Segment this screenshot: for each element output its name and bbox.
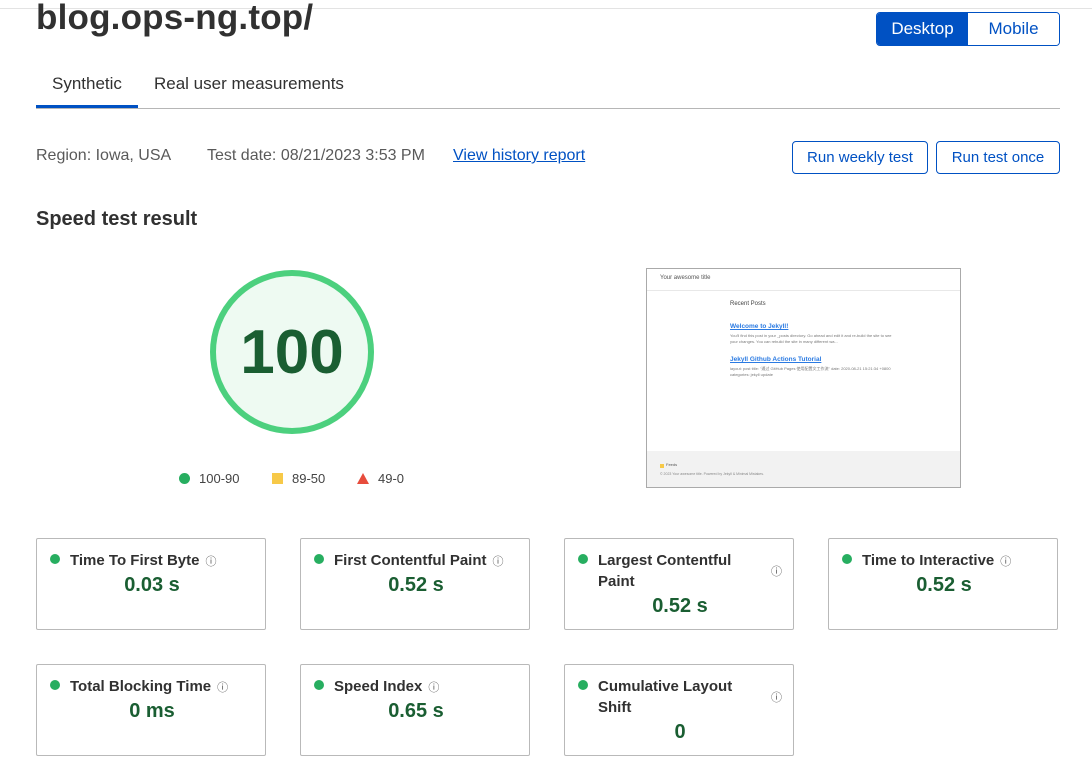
metric-label: Largest Contentful Paint [598, 552, 732, 590]
metric-card: Time To First Byte ⓘ 0.03 s [36, 538, 266, 630]
yellow-square-icon [272, 473, 283, 484]
preview-post-title: Welcome to Jekyll! [730, 323, 789, 330]
preview-footer: Feeds © 2023 Your awesome title. Powered… [647, 451, 960, 487]
metric-value: 0.52 s [388, 574, 444, 596]
metric-card: First Contentful Paint ⓘ 0.52 s [300, 538, 530, 630]
metric-card: Cumulative Layout Shift ⓘ 0 [564, 664, 794, 756]
metric-label: Speed Index [334, 678, 423, 695]
metric-label: Time to Interactive [862, 552, 995, 569]
info-icon[interactable]: ⓘ [217, 682, 228, 694]
info-icon[interactable]: ⓘ [493, 556, 504, 568]
legend-poor-label: 49-0 [378, 471, 405, 486]
page-screenshot-preview: Your awesome title Recent Posts Welcome … [646, 268, 961, 488]
preview-post-excerpt: You'll find this post in your _posts dir… [730, 333, 892, 344]
mobile-toggle-button[interactable]: Mobile [968, 13, 1059, 45]
metric-value: 0.52 s [916, 574, 972, 596]
green-circle-icon [50, 554, 60, 564]
tab-real-user-measurements[interactable]: Real user measurements [154, 74, 344, 94]
preview-section-title: Recent Posts [730, 301, 766, 307]
metric-value: 0.03 s [124, 574, 180, 596]
legend-average-label: 89-50 [292, 471, 326, 486]
device-toggle: Desktop Mobile [876, 12, 1060, 46]
preview-post-title: Jekyll Github Actions Tutorial [730, 356, 822, 363]
green-circle-icon [578, 680, 588, 690]
metric-value: 0.65 s [388, 700, 444, 722]
test-region: Region: Iowa, USA [36, 147, 172, 164]
info-icon[interactable]: ⓘ [771, 563, 782, 579]
tab-synthetic[interactable]: Synthetic [52, 74, 122, 94]
green-circle-icon [50, 680, 60, 690]
metric-card: Total Blocking Time ⓘ 0 ms [36, 664, 266, 756]
desktop-toggle-button[interactable]: Desktop [877, 13, 968, 45]
legend-good-label: 100-90 [199, 471, 240, 486]
metric-label: First Contentful Paint [334, 552, 487, 569]
green-circle-icon [314, 554, 324, 564]
active-tab-indicator [36, 105, 138, 108]
metric-card: Largest Contentful Paint ⓘ 0.52 s [564, 538, 794, 630]
rss-icon [660, 464, 664, 468]
info-icon[interactable]: ⓘ [1000, 556, 1011, 568]
green-circle-icon [179, 473, 190, 484]
info-icon[interactable]: ⓘ [771, 689, 782, 705]
preview-post-excerpt: layout: post title: "通过 GitHub Pages 使用配… [730, 366, 891, 377]
test-type-tabs: Synthetic Real user measurements [36, 64, 1060, 109]
legend-good: 100-90 [179, 471, 239, 486]
metric-card: Time to Interactive ⓘ 0.52 s [828, 538, 1058, 630]
metric-value: 0 [674, 721, 686, 743]
view-history-report-link[interactable]: View history report [453, 147, 585, 165]
preview-header: Your awesome title [647, 269, 960, 291]
green-circle-icon [842, 554, 852, 564]
performance-score: 100 [240, 317, 344, 387]
run-weekly-test-button[interactable]: Run weekly test [792, 141, 928, 174]
run-test-once-button[interactable]: Run test once [936, 141, 1060, 174]
metric-value: 0 ms [129, 700, 175, 722]
metric-value: 0.52 s [652, 595, 708, 617]
preview-footer-text: © 2023 Your awesome title. Powered by Je… [660, 472, 764, 476]
metric-label: Total Blocking Time [70, 678, 212, 695]
legend-average: 89-50 [272, 471, 325, 486]
legend-poor: 49-0 [357, 471, 404, 486]
speed-test-result-heading: Speed test result [36, 208, 198, 230]
green-circle-icon [578, 554, 588, 564]
info-icon[interactable]: ⓘ [428, 682, 439, 694]
metric-label: Time To First Byte [70, 552, 200, 569]
metric-label: Cumulative Layout Shift [598, 678, 733, 716]
red-triangle-icon [357, 473, 369, 484]
page-title: blog.ops-ng.top/ [36, 0, 314, 37]
test-date: Test date: 08/21/2023 3:53 PM [207, 147, 425, 164]
info-icon[interactable]: ⓘ [205, 556, 216, 568]
green-circle-icon [314, 680, 324, 690]
metric-card: Speed Index ⓘ 0.65 s [300, 664, 530, 756]
preview-footer-title: Feeds [666, 462, 678, 467]
